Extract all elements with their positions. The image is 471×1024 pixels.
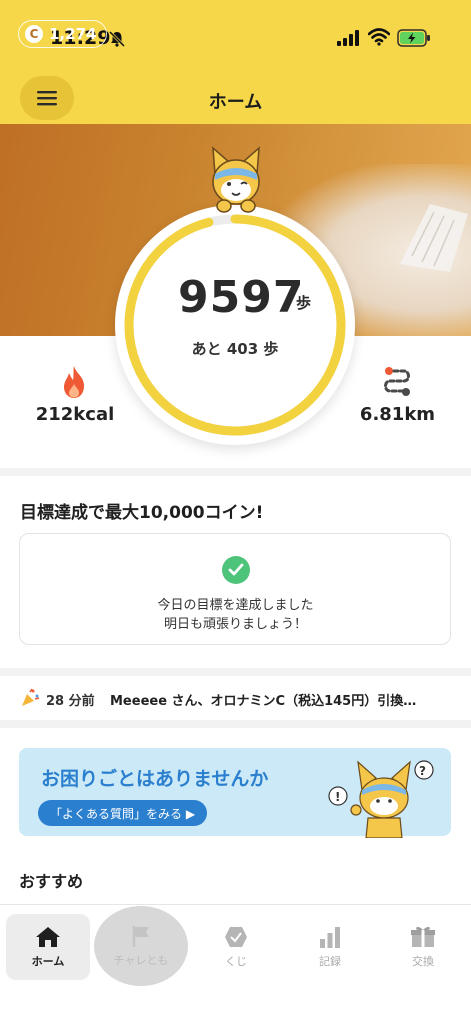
svg-text:!: ! [335, 790, 340, 804]
goal-title: 目標達成で最大10,000コイン! [20, 503, 264, 523]
nav-challenge-label: チャレとも [113, 954, 169, 967]
steps-progress-ring [124, 214, 346, 436]
nav-record[interactable]: 記録 [288, 914, 372, 980]
nav-kuji[interactable]: くじ [194, 914, 278, 980]
goal-message-line1: 今日の目標を達成しました [157, 598, 314, 613]
nav-kuji-label: くじ [225, 955, 247, 968]
steps-ring[interactable] [115, 205, 355, 445]
gift-icon [411, 926, 435, 947]
faq-title: お困りごとはありませんか [41, 768, 269, 790]
goal-message-line2: 明日も頑張りましょう！ [163, 617, 307, 632]
bar-chart-icon [320, 927, 340, 948]
steps-count: 9597 [178, 272, 305, 323]
battery-charging-icon [397, 29, 430, 47]
flag-icon [132, 926, 149, 947]
home-icon [36, 927, 60, 947]
svg-text:?: ? [419, 764, 426, 778]
steps-remaining: あと 403 歩 [191, 340, 279, 358]
checkmark-icon [222, 556, 250, 584]
nav-exchange-label: 交換 [412, 955, 434, 968]
page-title: ホーム [208, 92, 263, 113]
nav-exchange[interactable]: 交換 [381, 914, 465, 980]
lottery-icon [225, 927, 247, 947]
wifi-icon [368, 28, 390, 46]
ticker-time: 28 分前 [46, 694, 95, 709]
coin-balance-value: 1,274 [49, 25, 97, 43]
nav-home-label: ホーム [31, 955, 65, 968]
steps-progress-arc [124, 214, 346, 436]
signal-icon [337, 30, 359, 46]
party-popper-icon [22, 688, 40, 706]
thinking-mascot-image: ! ? [328, 760, 434, 838]
recommend-title: おすすめ [19, 872, 84, 891]
steps-unit: 歩 [296, 294, 312, 312]
nav-home[interactable]: ホーム [6, 914, 90, 980]
ticker-text: Meeeee さん、オロナミンC（税込145円）引換… [110, 694, 417, 709]
calories-value: 212kcal [35, 404, 115, 425]
nav-challenge[interactable]: チャレとも [94, 906, 188, 986]
flame-icon [64, 366, 84, 398]
distance-route-icon [384, 367, 410, 396]
coin-balance[interactable]: C 1,274 [18, 20, 108, 48]
coin-icon: C [25, 25, 43, 43]
nav-record-label: 記録 [319, 955, 341, 968]
bell-off-icon [108, 30, 126, 48]
mascot-character [212, 146, 260, 213]
distance-value: 6.81km [359, 404, 436, 425]
shuttlecock-image [400, 204, 468, 272]
faq-button[interactable]: 「よくある質問」をみる ▶ [38, 800, 208, 826]
